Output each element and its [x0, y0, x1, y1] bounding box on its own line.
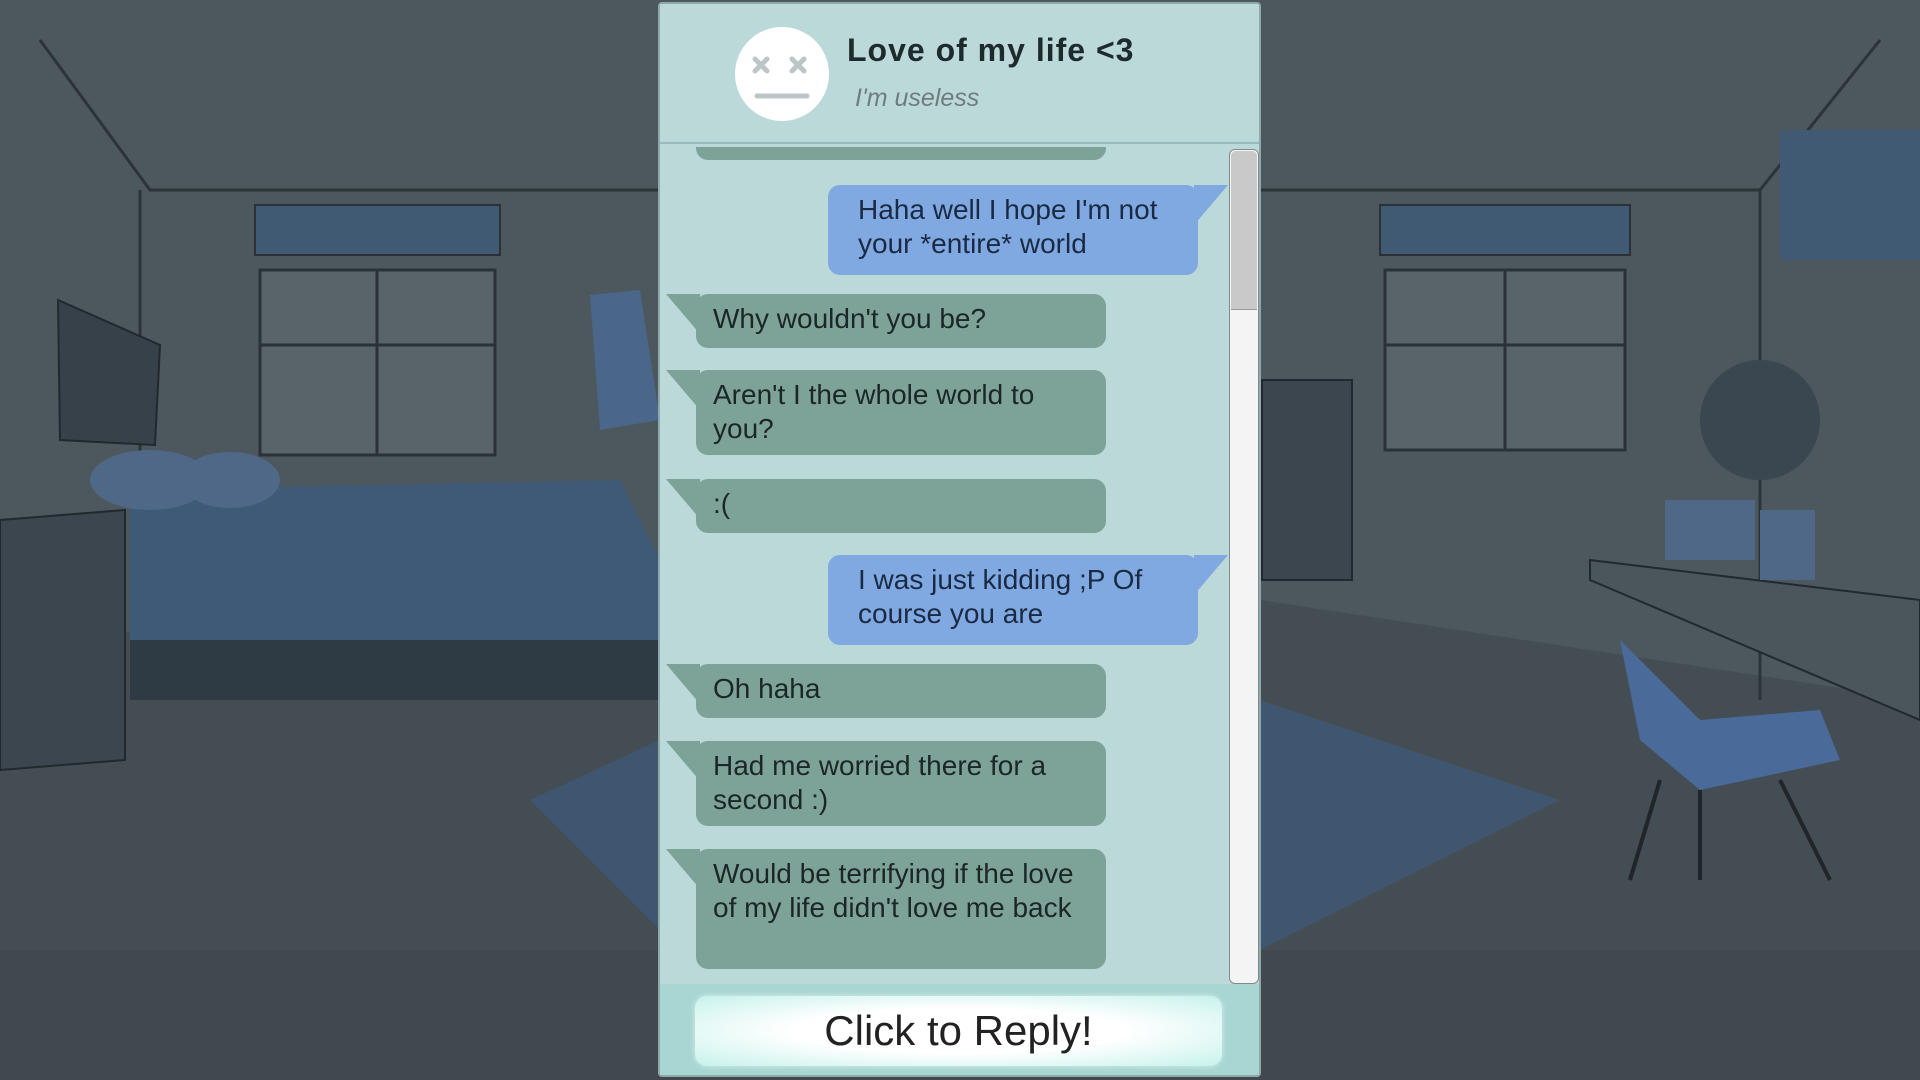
- bubble-tail: [1194, 555, 1228, 595]
- bubble-tail: [666, 294, 700, 334]
- bubble-tail: [666, 849, 700, 889]
- message-bubble-them: Had me worried there for a second :): [666, 741, 1106, 826]
- message-text: Had me worried there for a second :): [713, 750, 1047, 815]
- message-text: Oh haha: [713, 673, 821, 704]
- chat-header: Love of my life <3 I'm useless: [660, 4, 1259, 144]
- scrollbar-thumb[interactable]: [1231, 151, 1257, 310]
- bubble-tail: [1194, 185, 1228, 225]
- message-bubble-them: Oh haha: [666, 664, 1106, 718]
- contact-status: I'm useless: [855, 84, 980, 112]
- bubble-tail: [666, 741, 700, 781]
- message-bubble-them: Aren't I the whole world to you?: [666, 370, 1106, 455]
- message-bubble-them: Why wouldn't you be?: [666, 294, 1106, 348]
- message-bubble-them: Would be terrifying if the love of my li…: [666, 849, 1106, 969]
- message-text: Haha well I hope I'm not your *entire* w…: [858, 194, 1158, 259]
- reply-button[interactable]: Click to Reply!: [695, 996, 1222, 1066]
- message-text: :(: [713, 488, 731, 519]
- message-bubble-them: :(: [666, 479, 1106, 533]
- message-text: I was just kidding ;P Of course you are: [858, 564, 1143, 629]
- reply-footer: Click to Reply!: [660, 984, 1259, 1075]
- chat-scrollbar[interactable]: [1229, 149, 1259, 984]
- message-bubble-me: I was just kidding ;P Of course you are: [828, 555, 1228, 645]
- message-text: Why wouldn't you be?: [713, 303, 987, 334]
- message-text: Would be terrifying if the love of my li…: [713, 858, 1074, 923]
- bubble-tail: [666, 664, 700, 704]
- message-text: Aren't I the whole world to you?: [713, 379, 1035, 444]
- contact-avatar: [735, 27, 829, 121]
- contact-name: Love of my life <3: [847, 32, 1135, 68]
- message-bubble-me: Haha well I hope I'm not your *entire* w…: [828, 185, 1228, 275]
- bubble-tail: [666, 479, 700, 519]
- phone-chat-panel: Love of my life <3 I'm useless Haha well…: [658, 2, 1261, 1077]
- message-list[interactable]: Haha well I hope I'm not your *entire* w…: [660, 147, 1259, 984]
- dizzy-face-icon: [752, 56, 810, 99]
- bubble-tail: [666, 370, 700, 410]
- message-bubble-them: [696, 147, 1106, 160]
